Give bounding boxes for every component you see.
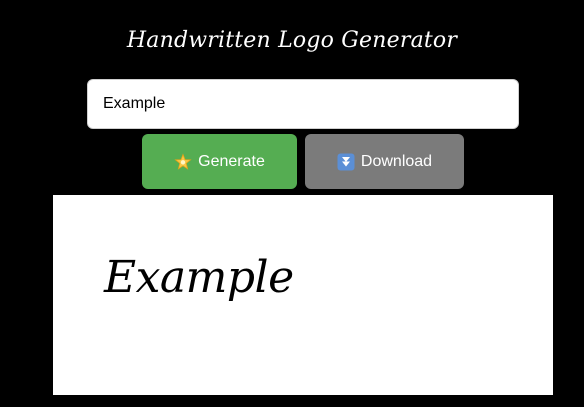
generate-button-label: Generate: [198, 152, 265, 170]
down-arrow-box-icon: [337, 153, 355, 171]
download-button[interactable]: Download: [305, 134, 464, 189]
logo-preview-text: Example: [104, 252, 294, 303]
logo-preview-canvas: Example: [53, 195, 553, 395]
generate-button[interactable]: Generate: [142, 134, 297, 189]
glowing-star-icon: [174, 152, 192, 171]
logo-text-input[interactable]: [87, 79, 519, 129]
page-title: Handwritten Logo Generator: [126, 28, 458, 53]
download-button-label: Download: [360, 152, 433, 170]
